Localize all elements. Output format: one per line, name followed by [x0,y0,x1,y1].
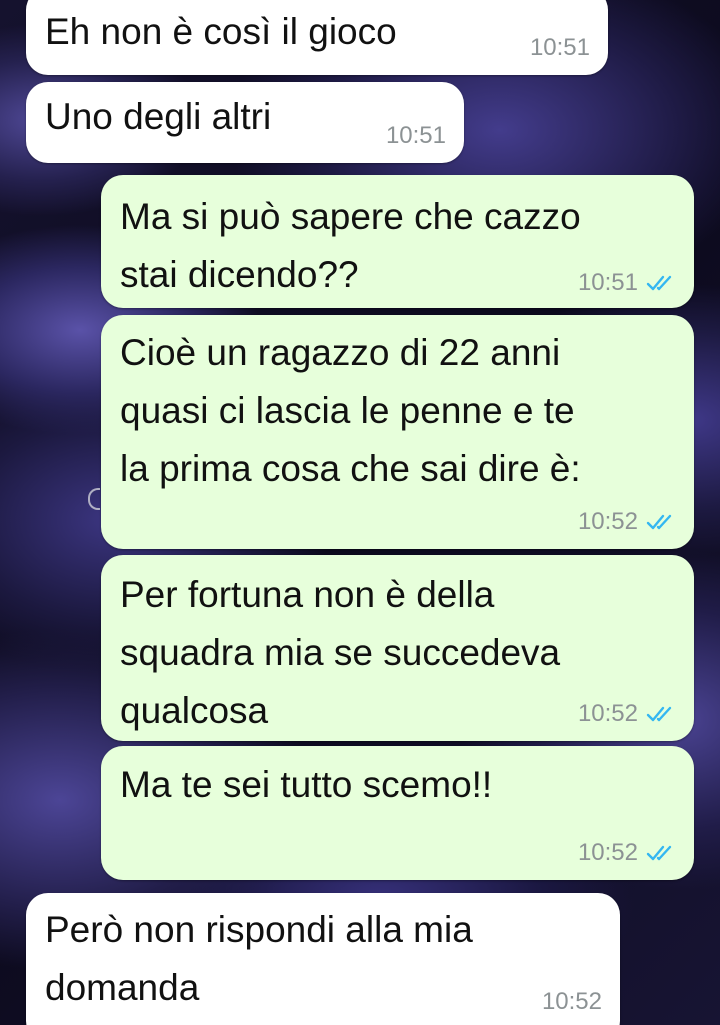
message-text: Ma si può sapere che cazzo stai dicendo?… [120,196,581,295]
message-bubble-incoming[interactable]: Però non rispondi alla mia domanda 10:52 [26,893,620,1025]
message-meta: 10:52 [578,507,676,537]
message-time: 10:52 [577,700,638,727]
message-bubble-outgoing[interactable]: Ma si può sapere che cazzo stai dicendo?… [101,175,694,308]
double-check-icon [646,514,672,530]
message-time: 10:51 [577,269,638,296]
message-text: Eh non è così il gioco [45,11,397,52]
message-text: Ma te sei tutto scemo!! [120,764,493,805]
message-bubble-outgoing[interactable]: Cioè un ragazzo di 22 anni quasi ci lasc… [101,315,694,549]
message-time: 10:52 [577,839,638,866]
message-meta: 10:51 [578,268,676,298]
double-check-icon [646,275,672,291]
message-text: Però non rispondi alla mia domanda [45,909,473,1008]
message-meta: 10:52 [578,699,676,729]
wallpaper-crescent-icon [88,488,100,510]
message-bubble-outgoing[interactable]: Ma te sei tutto scemo!! 10:52 [101,746,694,880]
message-bubble-incoming[interactable]: Uno degli altri 10:51 [26,82,464,163]
message-time: 10:51 [385,122,446,149]
message-time: 10:51 [529,34,590,61]
double-check-icon [646,706,672,722]
message-text: Per fortuna non è della squadra mia se s… [120,574,561,731]
message-meta: 10:51 [386,121,446,151]
message-bubble-outgoing[interactable]: Per fortuna non è della squadra mia se s… [101,555,694,741]
message-text: Cioè un ragazzo di 22 anni quasi ci lasc… [120,332,581,489]
double-check-icon [646,845,672,861]
message-text: Uno degli altri [45,96,272,137]
message-time: 10:52 [577,508,638,535]
message-meta: 10:51 [530,33,590,63]
message-bubble-incoming[interactable]: Eh non è così il gioco 10:51 [26,0,608,75]
message-meta: 10:52 [578,838,676,868]
message-meta: 10:52 [542,987,602,1017]
message-time: 10:52 [541,988,602,1015]
